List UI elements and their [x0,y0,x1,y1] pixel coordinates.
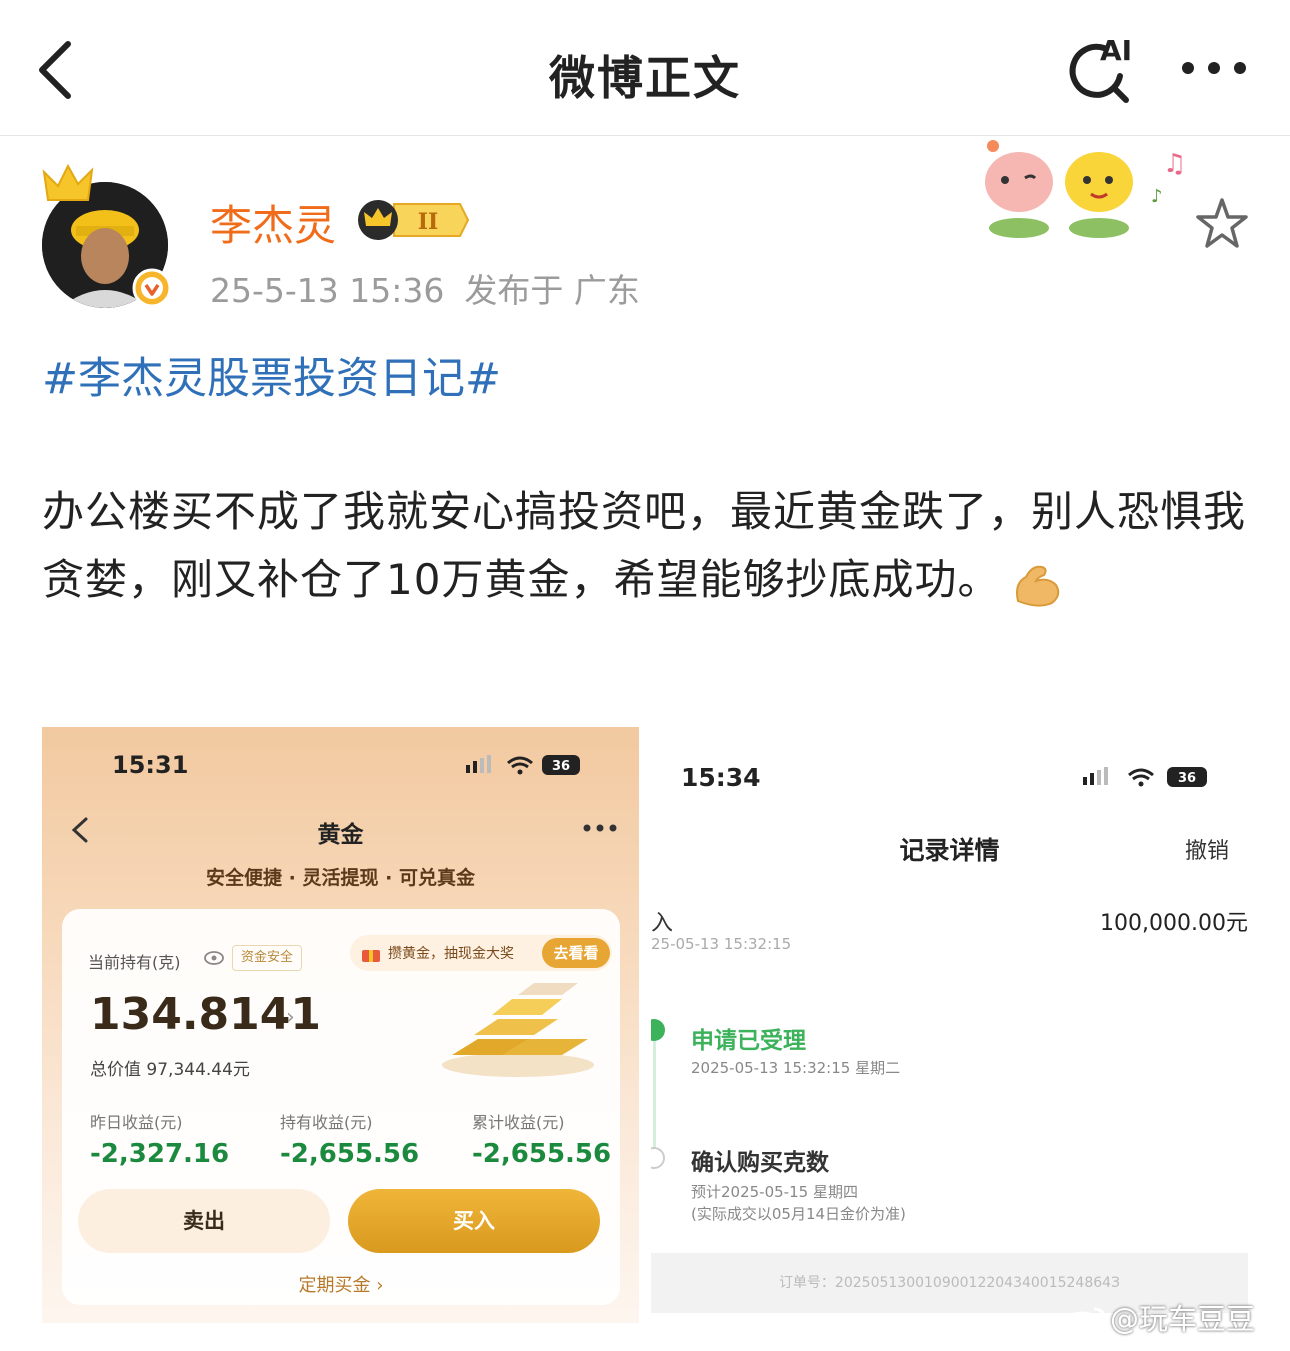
stat-value: -2,655.56 [280,1139,420,1169]
step-accepted: 申请已受理 [691,1028,806,1054]
record-amount: 100,000.00元 [1100,911,1248,936]
step-confirm-estimate: 预计2025-05-15 星期四 [691,1183,858,1201]
gold-bars-icon [442,983,594,1077]
hashtag-link[interactable]: #李杰灵股票投资日记# [42,344,501,406]
svg-text:♪: ♪ [1151,186,1163,207]
favorite-star-icon[interactable] [1194,196,1250,252]
vip-level-badge-icon: II [358,200,470,240]
weibo-logo-icon [1062,1307,1106,1339]
stat-label: 昨日收益(元) [90,1113,183,1132]
post-meta: 25-5-13 15:36 发布于 广东 [210,264,660,312]
stat-cumulative: 累计收益(元) -2,655.56 [472,1109,611,1169]
svg-text:♫: ♫ [1163,149,1186,179]
chevron-right-icon: › [286,1005,295,1030]
slogan: 安全便捷 · 灵活提现 · 可兑真金 [206,867,475,889]
buy-button[interactable]: 买入 [348,1189,600,1253]
stat-label: 持有收益(元) [280,1113,373,1132]
watermark: @玩车豆豆 [1060,1296,1255,1340]
battery-level: 36 [552,759,570,774]
regular-buy-link[interactable]: 定期买金 › [62,1271,620,1297]
screen-title: 记录详情 [899,836,1000,865]
crown-icon [42,163,94,201]
flexed-biceps-icon [1016,565,1060,607]
verified-badge-icon [132,268,172,308]
record-date: 25-05-13 15:32:15 [651,935,792,953]
watermark-text: @玩车豆豆 [1110,1302,1256,1336]
status-bar-icons: 36 [1083,767,1207,787]
status-time: 15:31 [112,751,189,779]
pending-step-icon [651,1147,665,1169]
safe-badge: 资金安全 [232,945,303,971]
hold-label: 当前持有(克) [88,953,181,972]
decor-sticker-icon: ♫ ♪ [985,140,1186,238]
eye-icon[interactable] [204,951,224,965]
holdings-card: 当前持有(克) 资金安全 攒黄金，抽现金大奖 去看看 134.8141 › 总价… [62,909,620,1305]
step-confirm: 确认购买克数 [691,1150,829,1176]
top-navbar: 微博正文 AI [0,0,1290,136]
post-timestamp: 25-5-13 15:36 [210,271,445,310]
battery-level: 36 [1178,771,1196,786]
username[interactable]: 李杰灵 [210,192,336,253]
gift-icon [362,950,380,962]
stat-label: 累计收益(元) [472,1113,565,1132]
record-type: 入 [651,911,674,936]
check-icon [651,1019,665,1041]
post-location: 发布于 广东 [464,271,640,310]
step-confirm-note: (实际成交以05月14日金价为准) [691,1205,906,1223]
vip-level-text: II [418,209,439,235]
status-bar-icons: 36 [466,755,580,775]
cancel-button[interactable]: 撤销 [1185,833,1229,865]
more-icon[interactable] [1178,56,1250,80]
screenshot-gold-holdings[interactable]: 15:31 36 黄金 安全便捷 · 灵活提现 · 可兑真金 当前持有(克) 资… [42,727,639,1323]
stat-value: -2,327.16 [90,1139,230,1169]
post-body: 办公楼买不成了我就安心搞投资吧，最近黄金跌了，别人恐惧我贪婪，刚又补仓了10万黄… [42,478,1252,614]
ai-label: AI [1100,34,1133,67]
status-time: 15:34 [681,763,761,792]
screen-title: 黄金 [317,822,364,848]
post-text: 办公楼买不成了我就安心搞投资吧，最近黄金跌了，别人恐惧我贪婪，刚又补仓了10万黄… [42,487,1247,604]
total-value: 总价值 97,344.44元 [90,1060,250,1080]
stat-yesterday: 昨日收益(元) -2,327.16 [90,1109,229,1169]
promo-banner[interactable]: 攒黄金，抽现金大奖 去看看 [350,935,612,971]
sell-button[interactable]: 卖出 [78,1189,330,1253]
timeline-line [653,1039,656,1149]
stat-holding: 持有收益(元) -2,655.56 [280,1109,419,1169]
screenshot-record-details[interactable]: 15:34 36 记录详情 撤销 入 100,000.00元 25-05-13 … [651,727,1248,1323]
promo-button[interactable]: 去看看 [542,938,610,968]
promo-text: 攒黄金，抽现金大奖 [388,946,514,962]
avatar[interactable] [40,160,176,310]
step-accepted-date: 2025-05-13 15:32:15 星期二 [691,1059,901,1077]
stat-value: -2,655.56 [472,1139,612,1169]
more-icon[interactable] [582,823,618,833]
